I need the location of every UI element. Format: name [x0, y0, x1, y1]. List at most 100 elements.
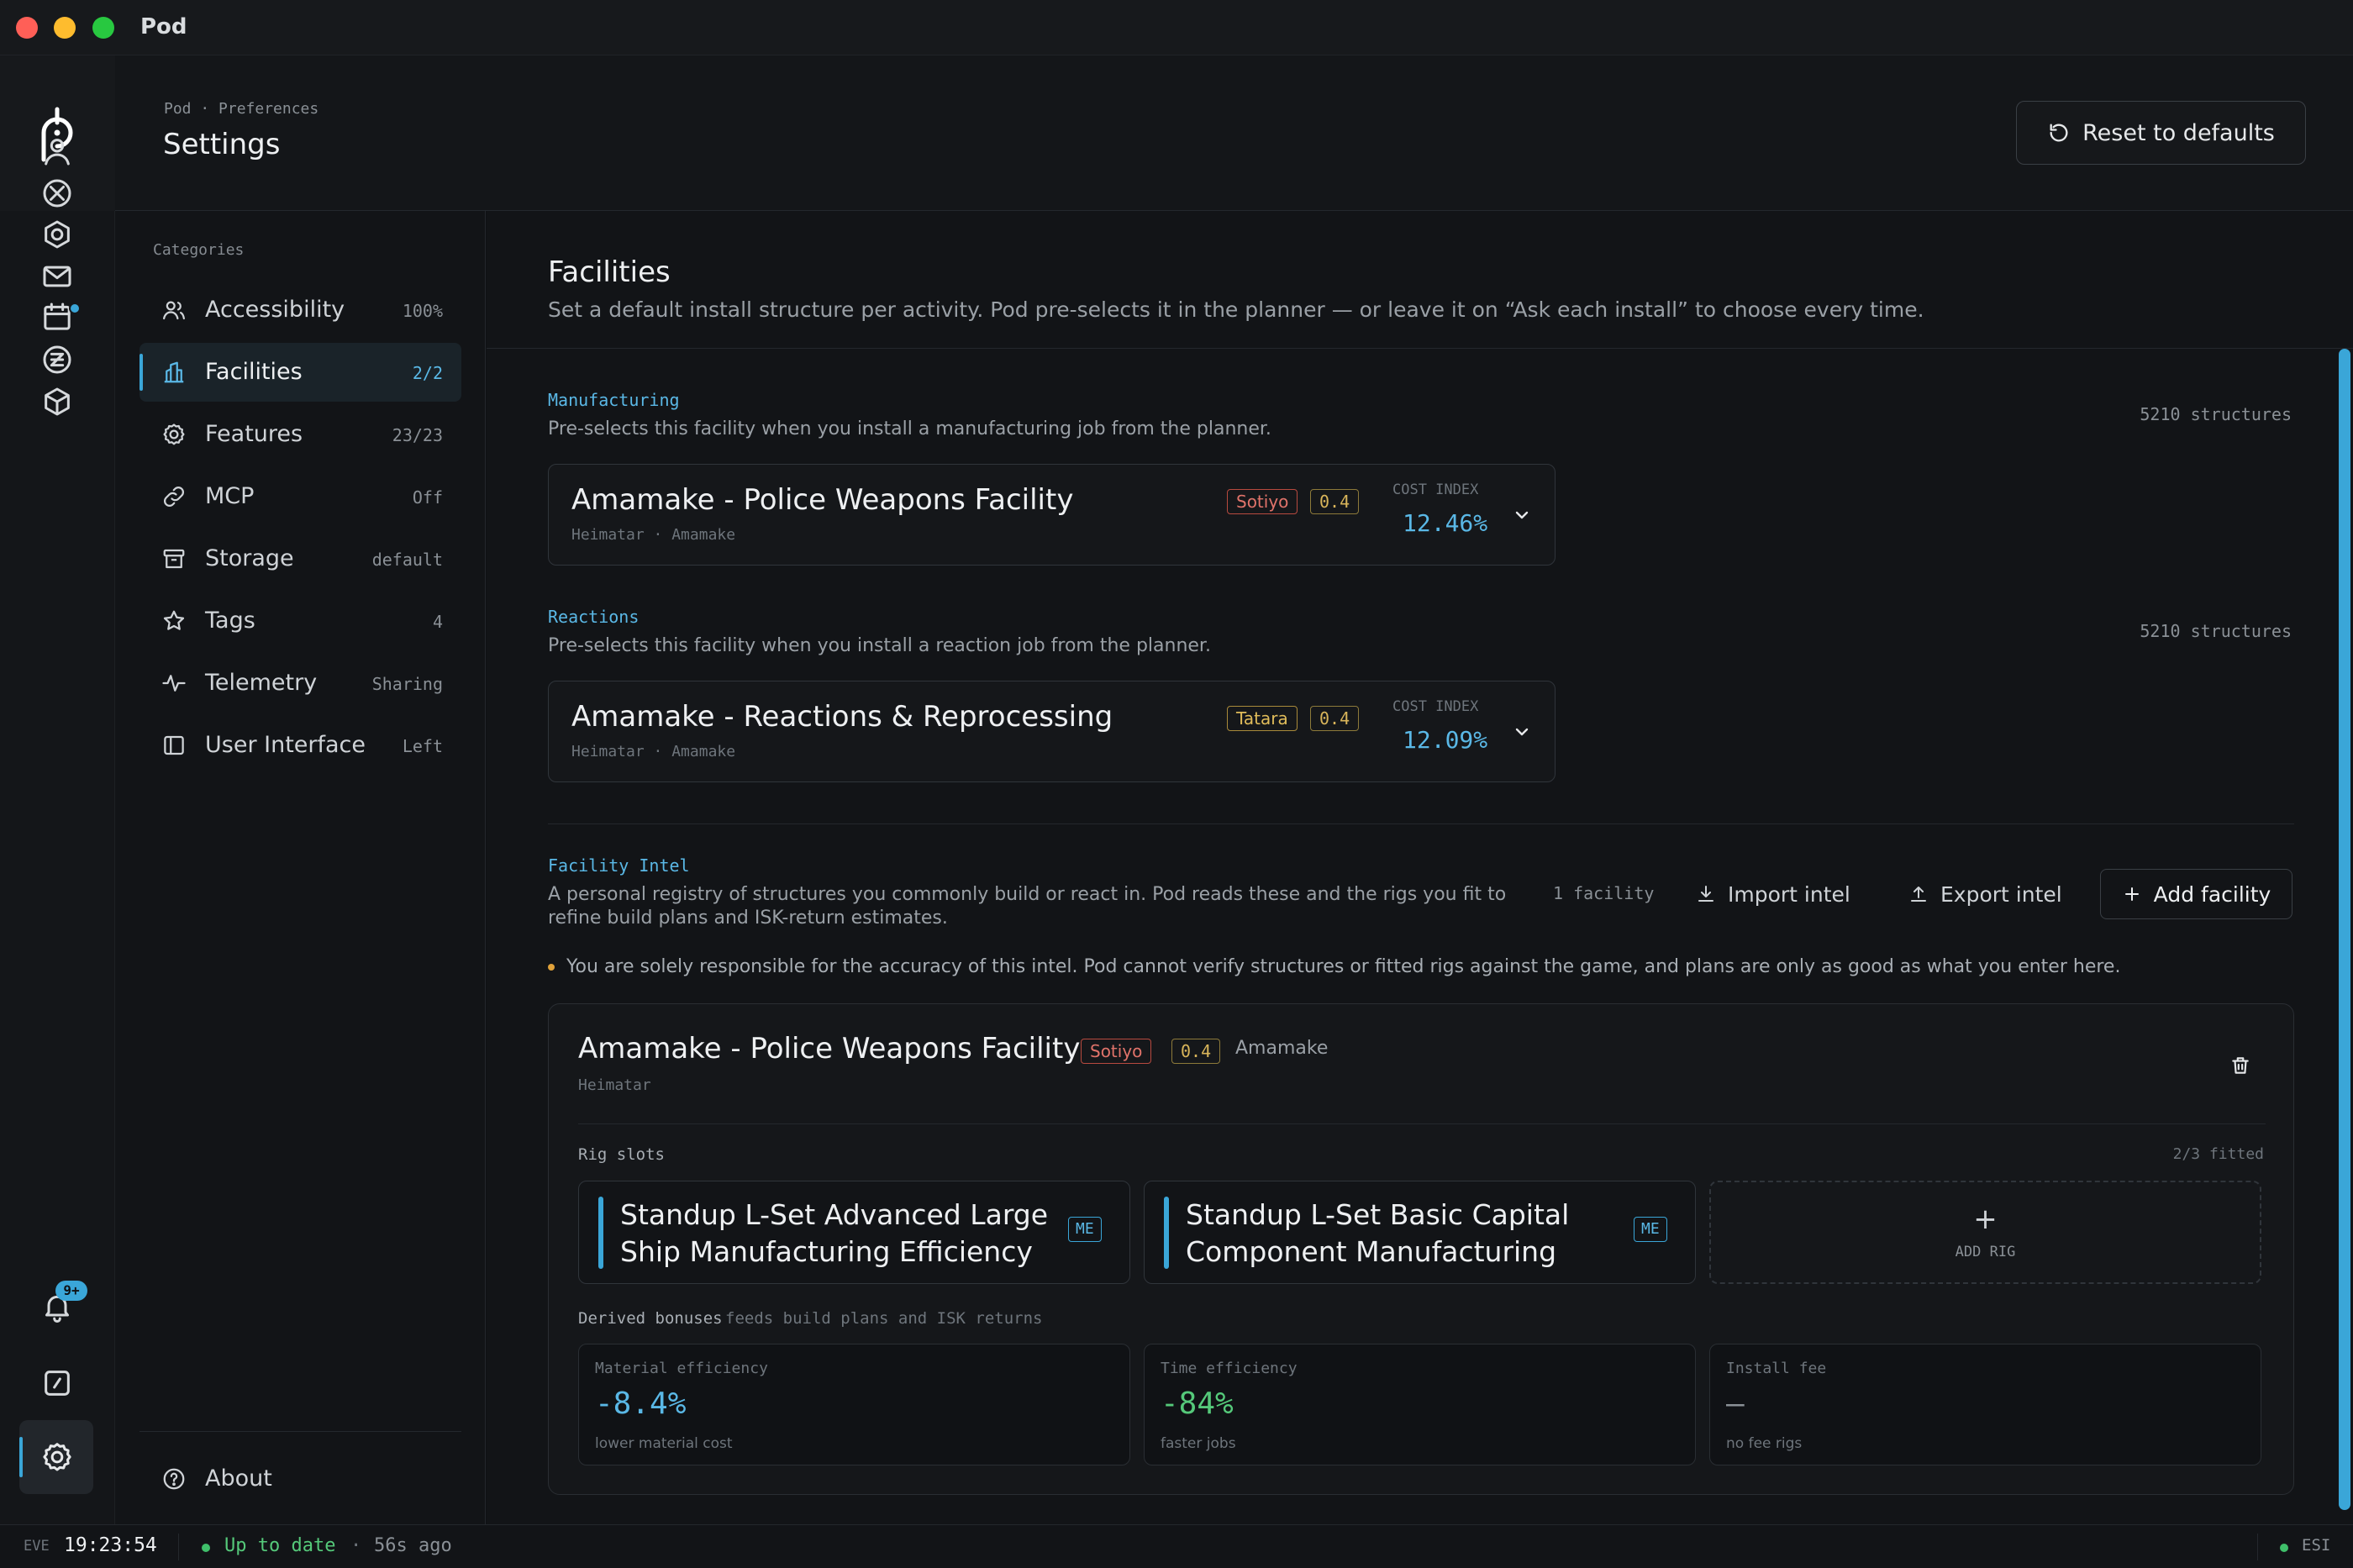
manufacturing-label: Manufacturing — [548, 390, 680, 410]
sidebar-item-features[interactable]: Features 23/23 — [139, 405, 461, 464]
close-window-button[interactable] — [16, 17, 38, 39]
pulse-icon — [161, 671, 187, 696]
rig-type-badge: ME — [1068, 1217, 1102, 1242]
sidebar-item-user-interface[interactable]: User Interface Left — [139, 716, 461, 775]
currency-icon[interactable] — [35, 338, 79, 381]
trash-icon[interactable] — [2229, 1055, 2251, 1076]
scrollbar-thumb[interactable] — [2339, 349, 2350, 1510]
minimize-window-button[interactable] — [54, 17, 76, 39]
facility-location: Heimatar · Amamake — [571, 743, 736, 760]
section-divider — [548, 823, 2294, 824]
reactions-facility-select[interactable]: Amamake - Reactions & Reprocessing Heima… — [548, 681, 1556, 782]
cube-icon[interactable] — [35, 380, 79, 424]
mail-icon[interactable] — [35, 255, 79, 298]
export-intel-button[interactable]: Export intel — [1908, 869, 2062, 919]
user-icon[interactable] — [35, 129, 79, 173]
esi-status[interactable]: ESI — [2302, 1536, 2330, 1555]
star-icon — [161, 608, 187, 634]
derived-bonuses-note: feeds build plans and ISK returns — [725, 1309, 1043, 1328]
sidebar-item-storage[interactable]: Storage default — [139, 529, 461, 588]
categories-sidebar: Categories Accessibility 100% Facilities… — [115, 211, 486, 1524]
rig-slots-label: Rig slots — [578, 1145, 665, 1164]
facility-name: Amamake - Police Weapons Facility — [571, 483, 1074, 517]
sidebar-item-count: Sharing — [371, 674, 443, 694]
rig-slot-1[interactable]: Standup L-Set Advanced Large Ship Manufac… — [578, 1181, 1130, 1284]
facility-intel-description-line2: refine build plans and ISK-return estima… — [548, 908, 948, 929]
sidebar-item-label: User Interface — [205, 732, 366, 758]
stat-value: -84% — [1161, 1386, 1234, 1421]
terminal-icon[interactable] — [35, 1361, 79, 1405]
import-intel-button[interactable]: Import intel — [1696, 869, 1850, 919]
security-badge: 0.4 — [1171, 1039, 1221, 1064]
esi-status-dot — [2280, 1544, 2288, 1552]
install-fee-stat: Install fee — no fee rigs — [1709, 1344, 2261, 1465]
rig-name: Standup L-Set Advanced Large Ship Manufac… — [620, 1198, 1049, 1268]
structure-type-badge: Sotiyo — [1081, 1039, 1152, 1064]
security-badge: 0.4 — [1310, 706, 1360, 731]
x-circle-icon[interactable] — [35, 171, 79, 215]
status-separator — [178, 1534, 179, 1560]
sidebar-item-label: Storage — [205, 545, 294, 571]
zoom-window-button[interactable] — [92, 17, 114, 39]
archive-icon — [161, 546, 187, 571]
eve-time-label: EVE — [24, 1538, 50, 1555]
link-icon — [161, 484, 187, 509]
sidebar-item-facilities[interactable]: Facilities 2/2 — [139, 343, 461, 402]
sync-status: Up to date — [224, 1535, 336, 1556]
manufacturing-facility-select[interactable]: Amamake - Police Weapons Facility Heimat… — [548, 464, 1556, 566]
sidebar-item-count: Left — [402, 736, 443, 756]
sidebar-item-label: Accessibility — [205, 297, 345, 323]
sidebar-item-accessibility[interactable]: Accessibility 100% — [139, 281, 461, 339]
add-rig-button[interactable]: + ADD RIG — [1709, 1181, 2261, 1284]
cost-index-value: 12.09% — [1403, 726, 1488, 754]
sidebar-item-label: Features — [205, 421, 303, 447]
manufacturing-structure-count: 5210 structures — [2140, 404, 2292, 424]
reactions-structure-count: 5210 structures — [2140, 621, 2292, 641]
rig-accent-bar — [1164, 1197, 1169, 1269]
intel-disclaimer: You are solely responsible for the accur… — [548, 956, 2120, 977]
help-icon — [163, 1468, 185, 1489]
cost-index-value: 12.46% — [1403, 509, 1488, 537]
facility-intel-label: Facility Intel — [548, 855, 690, 876]
sidebar-item-label: MCP — [205, 483, 255, 509]
rig-fitted-count: 2/3 fitted — [2172, 1145, 2264, 1163]
facility-name: Amamake - Reactions & Reprocessing — [571, 700, 1113, 734]
sidebar-item-telemetry[interactable]: Telemetry Sharing — [139, 654, 461, 713]
cost-index-label: COST INDEX — [1392, 481, 1479, 498]
add-facility-button[interactable]: Add facility — [2100, 869, 2292, 919]
derived-bonuses-label: Derived bonuses — [578, 1309, 723, 1328]
material-efficiency-stat: Material efficiency -8.4% lower material… — [578, 1344, 1130, 1465]
sync-time-ago: 56s ago — [374, 1535, 452, 1556]
page-title: Settings — [163, 128, 281, 161]
sidebar-item-label: Telemetry — [205, 670, 318, 696]
status-separator — [2257, 1534, 2258, 1560]
chevron-down-icon — [1515, 728, 1529, 736]
reactions-description: Pre-selects this facility when you insta… — [548, 635, 1211, 656]
sidebar-item-count: 100% — [402, 301, 443, 321]
eve-clock: 19:23:54 — [64, 1534, 157, 1556]
reset-to-defaults-button[interactable]: Reset to defaults — [2016, 101, 2306, 165]
notification-badge: 9+ — [55, 1281, 87, 1301]
gear-icon[interactable] — [35, 1435, 79, 1479]
chevron-down-icon — [1515, 511, 1529, 519]
categories-label: Categories — [153, 241, 245, 259]
facility-intel-card: Amamake - Police Weapons Facility Sotiyo… — [548, 1003, 2294, 1495]
intel-facility-name: Amamake - Police Weapons Facility — [578, 1032, 1081, 1066]
about-link[interactable]: About — [161, 1465, 272, 1492]
sidebar-item-count: 23/23 — [392, 425, 443, 445]
calendar-icon[interactable] — [35, 295, 79, 339]
sidebar-item-label: Tags — [205, 608, 255, 634]
hexagon-icon[interactable] — [35, 213, 79, 256]
sidebar-item-count: 4 — [432, 612, 443, 632]
rig-name: Standup L-Set Basic Capital Component Man… — [1186, 1198, 1570, 1268]
time-efficiency-stat: Time efficiency -84% faster jobs — [1144, 1344, 1696, 1465]
structure-type-badge: Tatara — [1227, 706, 1298, 731]
page-header: Pod · Preferences Settings Reset to defa… — [115, 55, 2353, 211]
about-label: About — [205, 1465, 272, 1492]
sidebar-item-tags[interactable]: Tags 4 — [139, 592, 461, 650]
section-description: Set a default install structure per acti… — [548, 297, 1924, 322]
stat-value: -8.4% — [595, 1386, 687, 1421]
rig-slot-2[interactable]: Standup L-Set Basic Capital Component Man… — [1144, 1181, 1696, 1284]
rail-active-indicator — [19, 1437, 23, 1477]
sidebar-item-mcp[interactable]: MCP Off — [139, 467, 461, 526]
